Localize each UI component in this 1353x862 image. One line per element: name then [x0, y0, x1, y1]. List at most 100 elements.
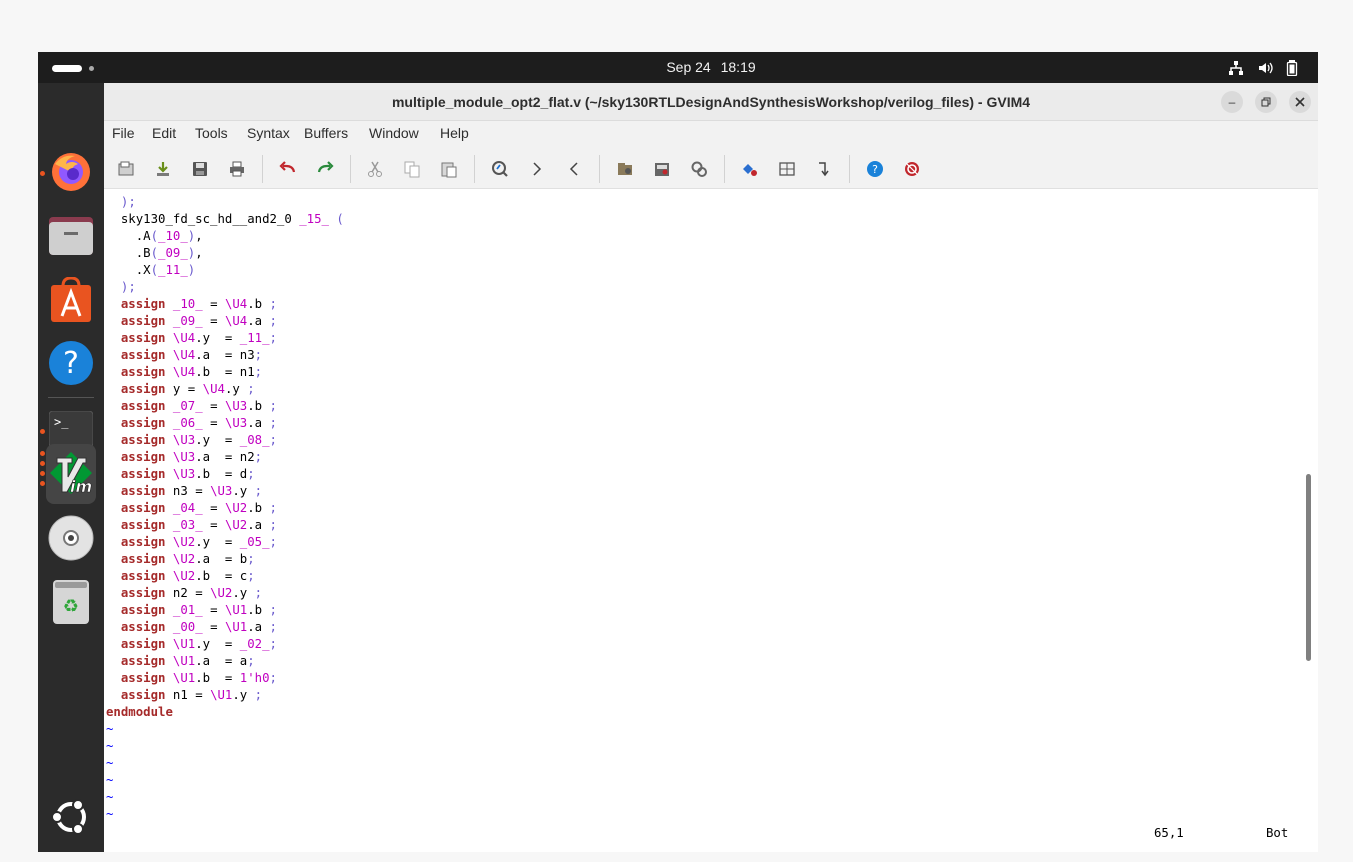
code-line[interactable]: assign \U2.b = c; [106, 568, 344, 585]
code-line[interactable]: assign \U1.y = _02_; [106, 636, 344, 653]
ubuntu-logo-icon[interactable] [46, 792, 96, 842]
help-icon[interactable]: ? [863, 157, 887, 181]
code-line[interactable]: assign \U3.a = n2; [106, 449, 344, 466]
title-bar[interactable]: multiple_module_opt2_flat.v (~/sky130RTL… [104, 83, 1318, 121]
open-icon[interactable] [114, 157, 138, 181]
cut-icon[interactable] [363, 157, 387, 181]
toolbar-separator [350, 155, 351, 183]
menu-buffers[interactable]: Buffers [304, 125, 348, 141]
code-line[interactable]: assign \U1.b = 1'h0; [106, 670, 344, 687]
code-line[interactable]: .X(_11_) [106, 262, 344, 279]
code-line[interactable]: assign \U3.b = d; [106, 466, 344, 483]
code-line[interactable]: ); [106, 279, 344, 296]
code-line[interactable]: assign _03_ = \U2.a ; [106, 517, 344, 534]
svg-text:?: ? [63, 346, 79, 381]
code-line[interactable]: assign \U4.y = _11_; [106, 330, 344, 347]
code-line[interactable]: assign \U4.b = n1; [106, 364, 344, 381]
code-line[interactable]: .A(_10_), [106, 228, 344, 245]
code-area[interactable]: ); sky130_fd_sc_hd__and2_0 _15_ ( .A(_10… [106, 194, 344, 823]
redo-icon[interactable] [313, 157, 337, 181]
undo-icon[interactable] [276, 157, 300, 181]
running-indicator [40, 471, 45, 476]
battery-icon[interactable] [1285, 60, 1299, 81]
app-center-icon[interactable] [46, 275, 96, 325]
scroll-position: Bot [1266, 826, 1289, 840]
clock-time: 18:19 [720, 59, 756, 75]
load-session-icon[interactable] [151, 157, 175, 181]
print-icon[interactable] [225, 157, 249, 181]
code-line[interactable]: assign _04_ = \U2.b ; [106, 500, 344, 517]
toolbar-separator [849, 155, 850, 183]
code-line[interactable]: assign \U3.y = _08_; [106, 432, 344, 449]
files-icon[interactable] [46, 210, 96, 260]
vim-icon[interactable]: im [46, 444, 96, 504]
code-line[interactable]: assign \U4.a = n3; [106, 347, 344, 364]
svg-text:im: im [70, 477, 92, 496]
empty-line-marker[interactable]: ~ [106, 789, 344, 806]
menu-syntax[interactable]: Syntax [247, 125, 290, 141]
code-line[interactable]: assign _10_ = \U4.b ; [106, 296, 344, 313]
menu-window[interactable]: Window [369, 125, 419, 141]
clock[interactable]: Sep 24 18:19 [38, 59, 1318, 75]
minimize-button[interactable]: – [1221, 91, 1243, 113]
code-line[interactable]: assign _09_ = \U4.a ; [106, 313, 344, 330]
svg-text:>_: >_ [54, 415, 69, 429]
split-window-icon[interactable] [775, 157, 799, 181]
disc-icon[interactable] [46, 513, 96, 563]
running-indicator [40, 481, 45, 486]
run-ctags-icon[interactable] [687, 157, 711, 181]
help-icon[interactable]: ? [46, 338, 96, 388]
tag-jump-icon[interactable] [738, 157, 762, 181]
empty-line-marker[interactable]: ~ [106, 806, 344, 823]
copy-icon[interactable] [400, 157, 424, 181]
code-line[interactable]: endmodule [106, 704, 344, 721]
desktop-screen: Sep 24 18:19 ? >_ im ♻ multiple_module_o… [38, 52, 1318, 852]
code-line[interactable]: assign \U2.a = b; [106, 551, 344, 568]
svg-text:?: ? [872, 163, 878, 176]
code-line[interactable]: assign _01_ = \U1.b ; [106, 602, 344, 619]
empty-line-marker[interactable]: ~ [106, 738, 344, 755]
menu-help[interactable]: Help [440, 125, 469, 141]
empty-line-marker[interactable]: ~ [106, 772, 344, 789]
make-icon[interactable] [650, 157, 674, 181]
load-script-icon[interactable] [613, 157, 637, 181]
volume-icon[interactable] [1257, 60, 1273, 81]
trash-icon[interactable]: ♻ [46, 577, 96, 627]
code-line[interactable]: ); [106, 194, 344, 211]
find-prev-icon[interactable] [562, 157, 586, 181]
paste-icon[interactable] [437, 157, 461, 181]
code-line[interactable]: assign y = \U4.y ; [106, 381, 344, 398]
toolbar-separator [262, 155, 263, 183]
toolbar-separator [724, 155, 725, 183]
empty-line-marker[interactable]: ~ [106, 721, 344, 738]
code-line[interactable]: assign _00_ = \U1.a ; [106, 619, 344, 636]
find-replace-icon[interactable] [488, 157, 512, 181]
menu-edit[interactable]: Edit [152, 125, 176, 141]
save-icon[interactable] [188, 157, 212, 181]
empty-line-marker[interactable]: ~ [106, 755, 344, 772]
network-icon[interactable] [1228, 60, 1244, 81]
menu-file[interactable]: File [112, 125, 135, 141]
text-editor[interactable]: ); sky130_fd_sc_hd__and2_0 _15_ ( .A(_10… [104, 189, 1318, 852]
firefox-icon[interactable] [46, 147, 96, 197]
code-line[interactable]: assign n1 = \U1.y ; [106, 687, 344, 704]
running-indicator [40, 451, 45, 456]
code-line[interactable]: sky130_fd_sc_hd__and2_0 _15_ ( [106, 211, 344, 228]
find-help-icon[interactable] [900, 157, 924, 181]
maximize-button[interactable] [1255, 91, 1277, 113]
clock-date: Sep 24 [666, 59, 711, 75]
menu-tools[interactable]: Tools [195, 125, 228, 141]
code-line[interactable]: assign n3 = \U3.y ; [106, 483, 344, 500]
code-line[interactable]: assign \U2.y = _05_; [106, 534, 344, 551]
toolbar: ? [104, 148, 1318, 189]
code-line[interactable]: assign \U1.a = a; [106, 653, 344, 670]
close-button[interactable] [1289, 91, 1311, 113]
find-next-icon[interactable] [525, 157, 549, 181]
code-line[interactable]: assign _07_ = \U3.b ; [106, 398, 344, 415]
code-line[interactable]: .B(_09_), [106, 245, 344, 262]
code-line[interactable]: assign _06_ = \U3.a ; [106, 415, 344, 432]
scrollbar-thumb[interactable] [1306, 474, 1311, 661]
code-line[interactable]: assign n2 = \U2.y ; [106, 585, 344, 602]
top-bar: Sep 24 18:19 [38, 52, 1318, 83]
tag-back-icon[interactable] [812, 157, 836, 181]
